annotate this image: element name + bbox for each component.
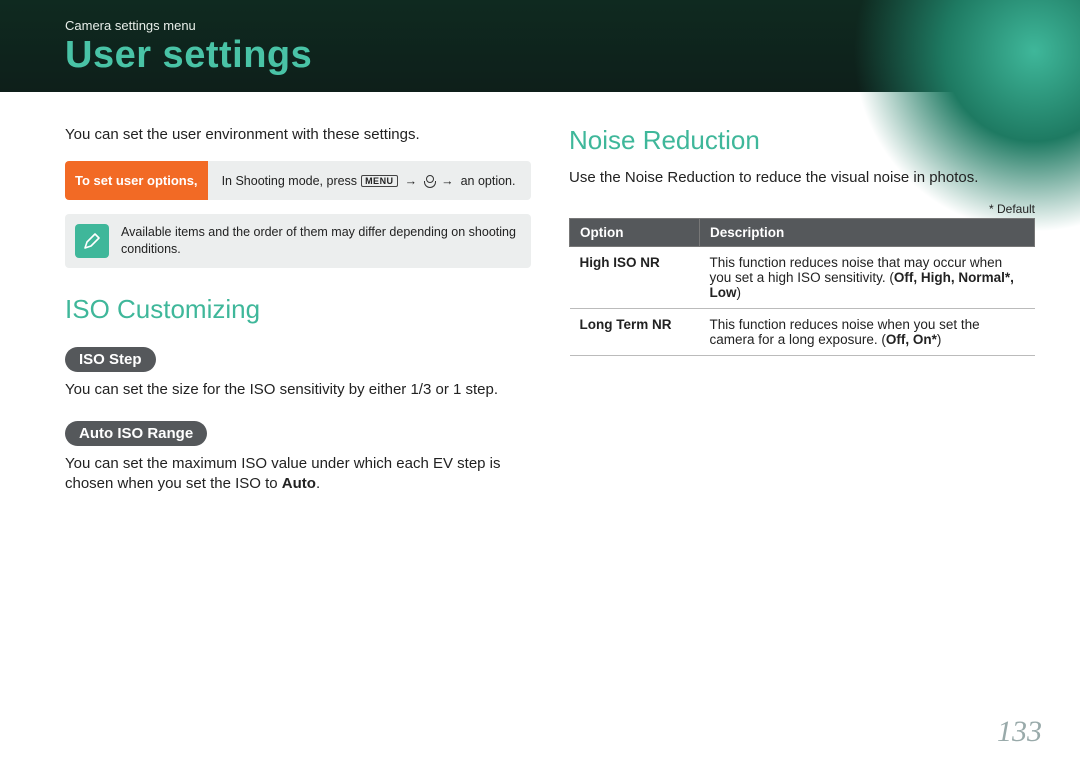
default-footnote: * Default [569,202,1035,216]
auto-iso-body-c: . [316,475,320,492]
content: You can set the user environment with th… [65,125,1035,715]
noise-reduction-body: Use the Noise Reduction to reduce the vi… [569,168,1035,188]
table-row: Long Term NR This function reduces noise… [570,309,1035,356]
header-band: Camera settings menu User settings [0,0,1080,92]
intro-text: You can set the user environment with th… [65,125,531,145]
iso-step-body: You can set the size for the ISO sensiti… [65,380,531,400]
auto-iso-range-pill: Auto ISO Range [65,421,207,446]
option-desc: This function reduces noise that may occ… [700,247,1035,309]
corner-decor [1010,0,1080,92]
instruction-body: In Shooting mode, press MENU → → an opti… [208,161,531,200]
options-table: Option Description High ISO NR This func… [569,218,1035,356]
page: Camera settings menu User settings You c… [0,0,1080,765]
iso-customizing-heading: ISO Customizing [65,294,531,325]
auto-iso-body: You can set the maximum ISO value under … [65,454,531,495]
instruction-row: To set user options, In Shooting mode, p… [65,161,531,200]
page-title: User settings [65,34,312,77]
note-box: Available items and the order of them ma… [65,214,531,268]
note-text: Available items and the order of them ma… [121,224,517,258]
iso-step-pill: ISO Step [65,347,156,372]
right-column: Noise Reduction Use the Noise Reduction … [569,125,1035,508]
menu-key-icon: MENU [361,175,398,187]
option-desc: This function reduces noise when you set… [700,309,1035,356]
table-row: High ISO NR This function reduces noise … [570,247,1035,309]
left-column: You can set the user environment with th… [65,125,531,508]
page-number: 133 [997,715,1042,749]
user-icon [424,175,434,187]
instruction-tag: To set user options, [65,161,208,200]
arrow-icon: → [441,174,454,188]
noise-reduction-heading: Noise Reduction [569,125,1035,156]
option-name: High ISO NR [570,247,700,309]
desc-tail: ) [937,332,942,347]
option-name: Long Term NR [570,309,700,356]
th-description: Description [700,219,1035,247]
th-option: Option [570,219,700,247]
desc-opts: Off, On* [886,332,937,347]
instruction-lead: In Shooting mode, press [222,174,358,188]
pen-icon [75,224,109,258]
desc-tail: ) [737,285,742,300]
instruction-tail: an option. [461,174,516,188]
breadcrumb: Camera settings menu [65,18,196,33]
auto-iso-body-b: Auto [282,475,316,492]
arrow-icon: → [405,174,418,188]
